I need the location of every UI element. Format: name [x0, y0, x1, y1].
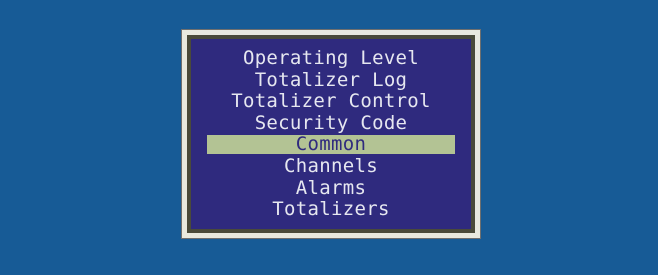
main-menu: Operating Level Totalizer Log Totalizer … [191, 48, 471, 221]
lcd-frame: Operating Level Totalizer Log Totalizer … [187, 35, 475, 233]
menu-item-totalizer-control[interactable]: Totalizer Control [191, 91, 471, 113]
lcd-screen: Operating Level Totalizer Log Totalizer … [191, 39, 471, 229]
menu-item-channels[interactable]: Channels [191, 156, 471, 178]
device-bezel: Operating Level Totalizer Log Totalizer … [181, 29, 481, 239]
menu-item-alarms[interactable]: Alarms [191, 178, 471, 200]
menu-item-common[interactable]: Common [207, 135, 455, 155]
menu-item-operating-level[interactable]: Operating Level [191, 48, 471, 70]
menu-item-totalizers[interactable]: Totalizers [191, 199, 471, 221]
menu-item-security-code[interactable]: Security Code [191, 113, 471, 135]
menu-item-totalizer-log[interactable]: Totalizer Log [191, 70, 471, 92]
